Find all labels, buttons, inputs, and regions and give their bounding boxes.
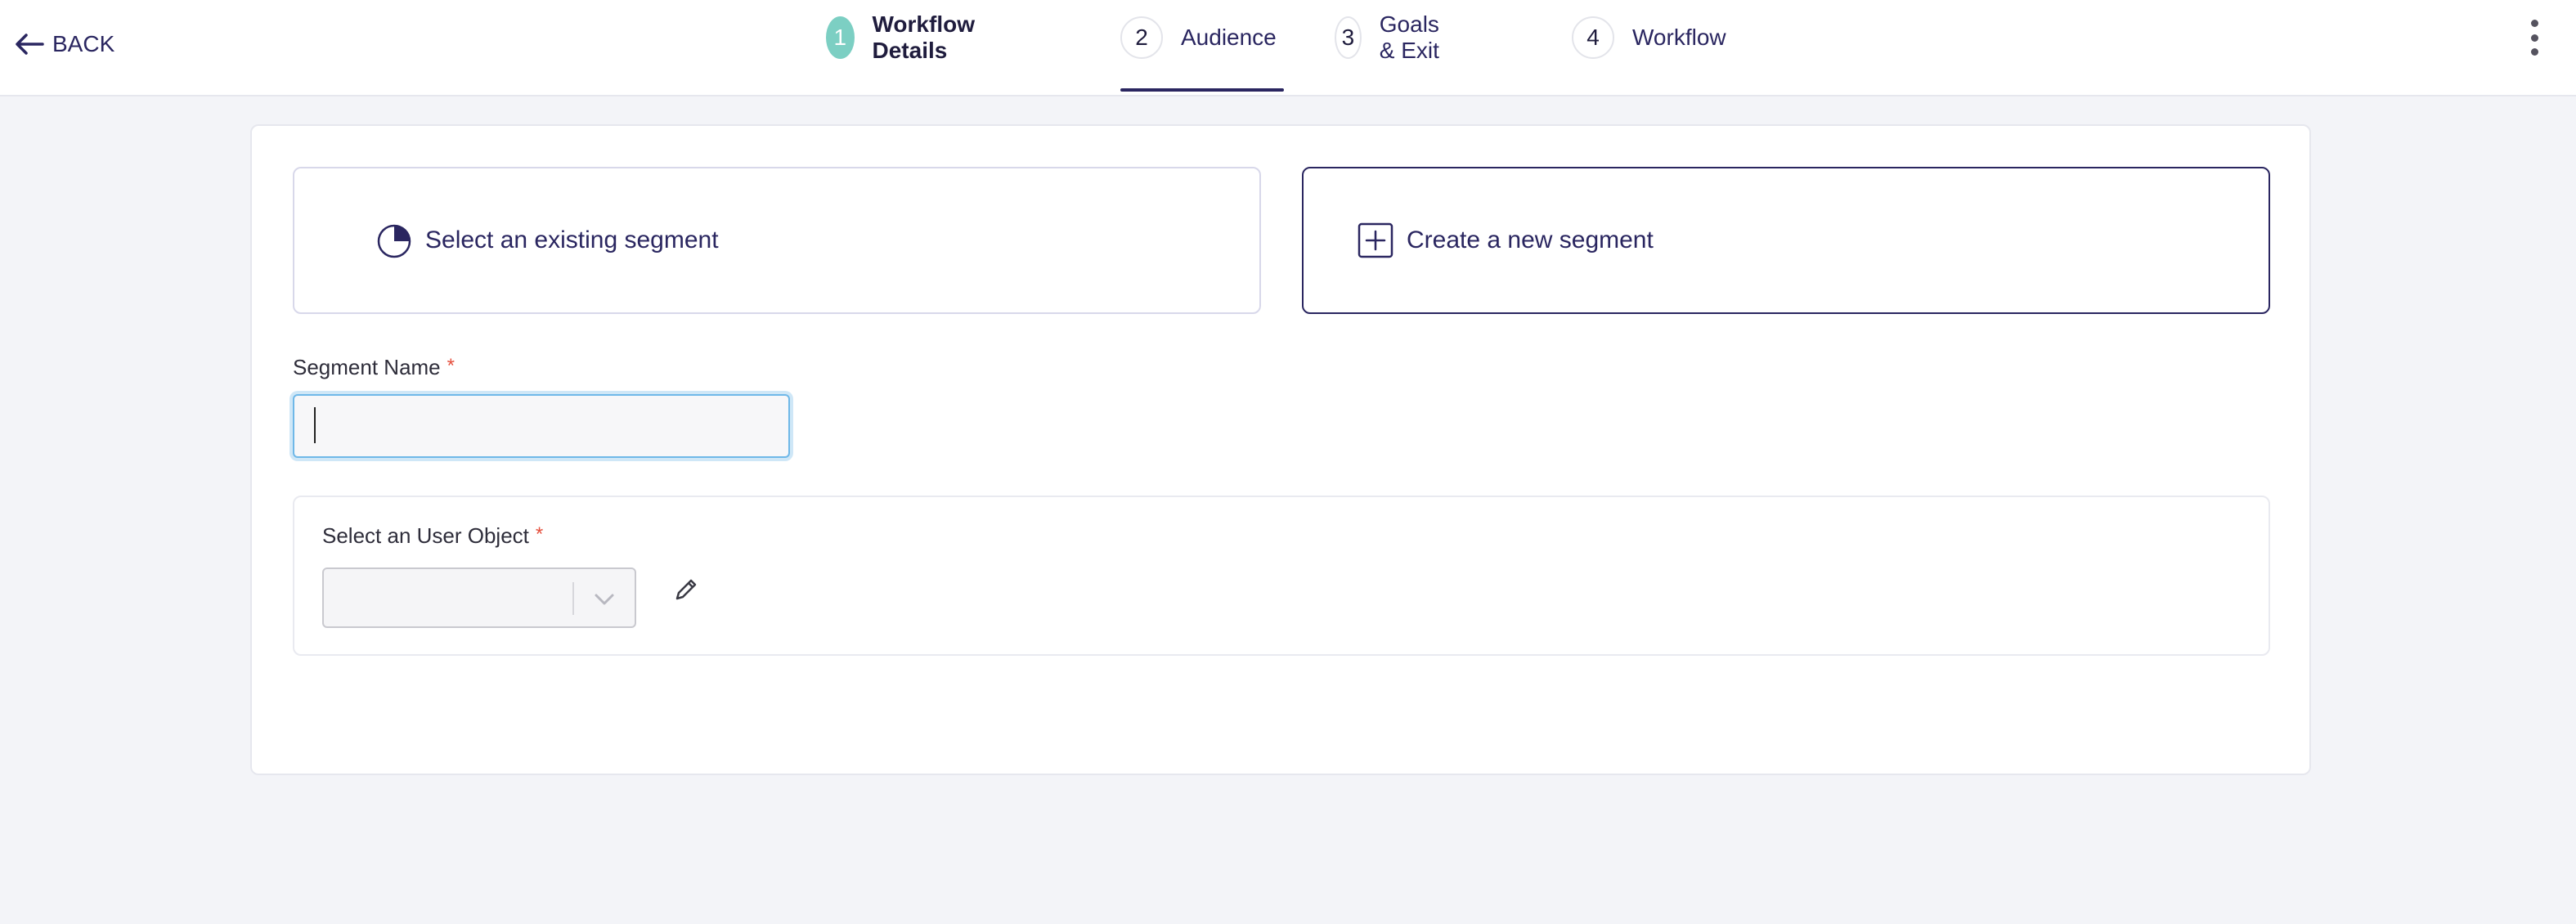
back-button[interactable]: BACK (15, 28, 114, 61)
arrow-left-icon (16, 34, 44, 55)
select-existing-segment-option[interactable]: Select an existing segment (293, 167, 1261, 314)
step-goals-exit[interactable]: 3 Goals & Exit (1335, 11, 1455, 63)
back-label: BACK (52, 31, 115, 56)
segment-name-input[interactable] (293, 394, 790, 458)
pencil-icon[interactable] (672, 576, 700, 603)
select-separator (572, 582, 574, 615)
kebab-dot (2530, 48, 2538, 56)
pie-chart-icon (377, 224, 411, 258)
step-number: 3 (1335, 16, 1362, 59)
more-vertical-icon (2530, 20, 2538, 27)
plus-square-icon (1358, 222, 1393, 258)
kebab-dot (2530, 34, 2538, 42)
required-mark: * (447, 355, 455, 377)
step-number: 4 (1572, 16, 1614, 59)
user-object-label-text: Select an User Object (322, 523, 529, 548)
user-object-panel: Select an User Object * (293, 496, 2270, 656)
active-step-underline (1120, 88, 1284, 92)
segment-name-label-text: Segment Name (293, 355, 441, 379)
more-menu-button[interactable] (2522, 20, 2547, 56)
step-workflow[interactable]: 4 Workflow (1572, 16, 1726, 59)
step-label: Workflow (1632, 25, 1726, 50)
segment-name-label: Segment Name * (293, 355, 455, 380)
top-bar: BACK 1 Workflow Details 2 Audience 3 Goa… (0, 0, 2576, 96)
audience-card: Select an existing segment Create a new … (250, 124, 2311, 775)
user-object-select[interactable] (322, 567, 636, 628)
step-number: 1 (826, 16, 855, 59)
option-label: Create a new segment (1407, 227, 1654, 253)
user-object-label: Select an User Object * (322, 523, 543, 549)
chevron-down-icon (595, 594, 614, 605)
option-label: Select an existing segment (425, 227, 719, 253)
step-number: 2 (1120, 16, 1163, 59)
create-new-segment-option[interactable]: Create a new segment (1302, 167, 2270, 314)
step-audience[interactable]: 2 Audience (1120, 16, 1277, 59)
step-label: Workflow Details (872, 11, 975, 63)
required-mark: * (535, 523, 544, 545)
step-label: Goals & Exit (1379, 11, 1439, 63)
step-workflow-details[interactable]: 1 Workflow Details (826, 11, 989, 63)
step-label: Audience (1181, 25, 1277, 50)
text-caret (314, 407, 316, 443)
